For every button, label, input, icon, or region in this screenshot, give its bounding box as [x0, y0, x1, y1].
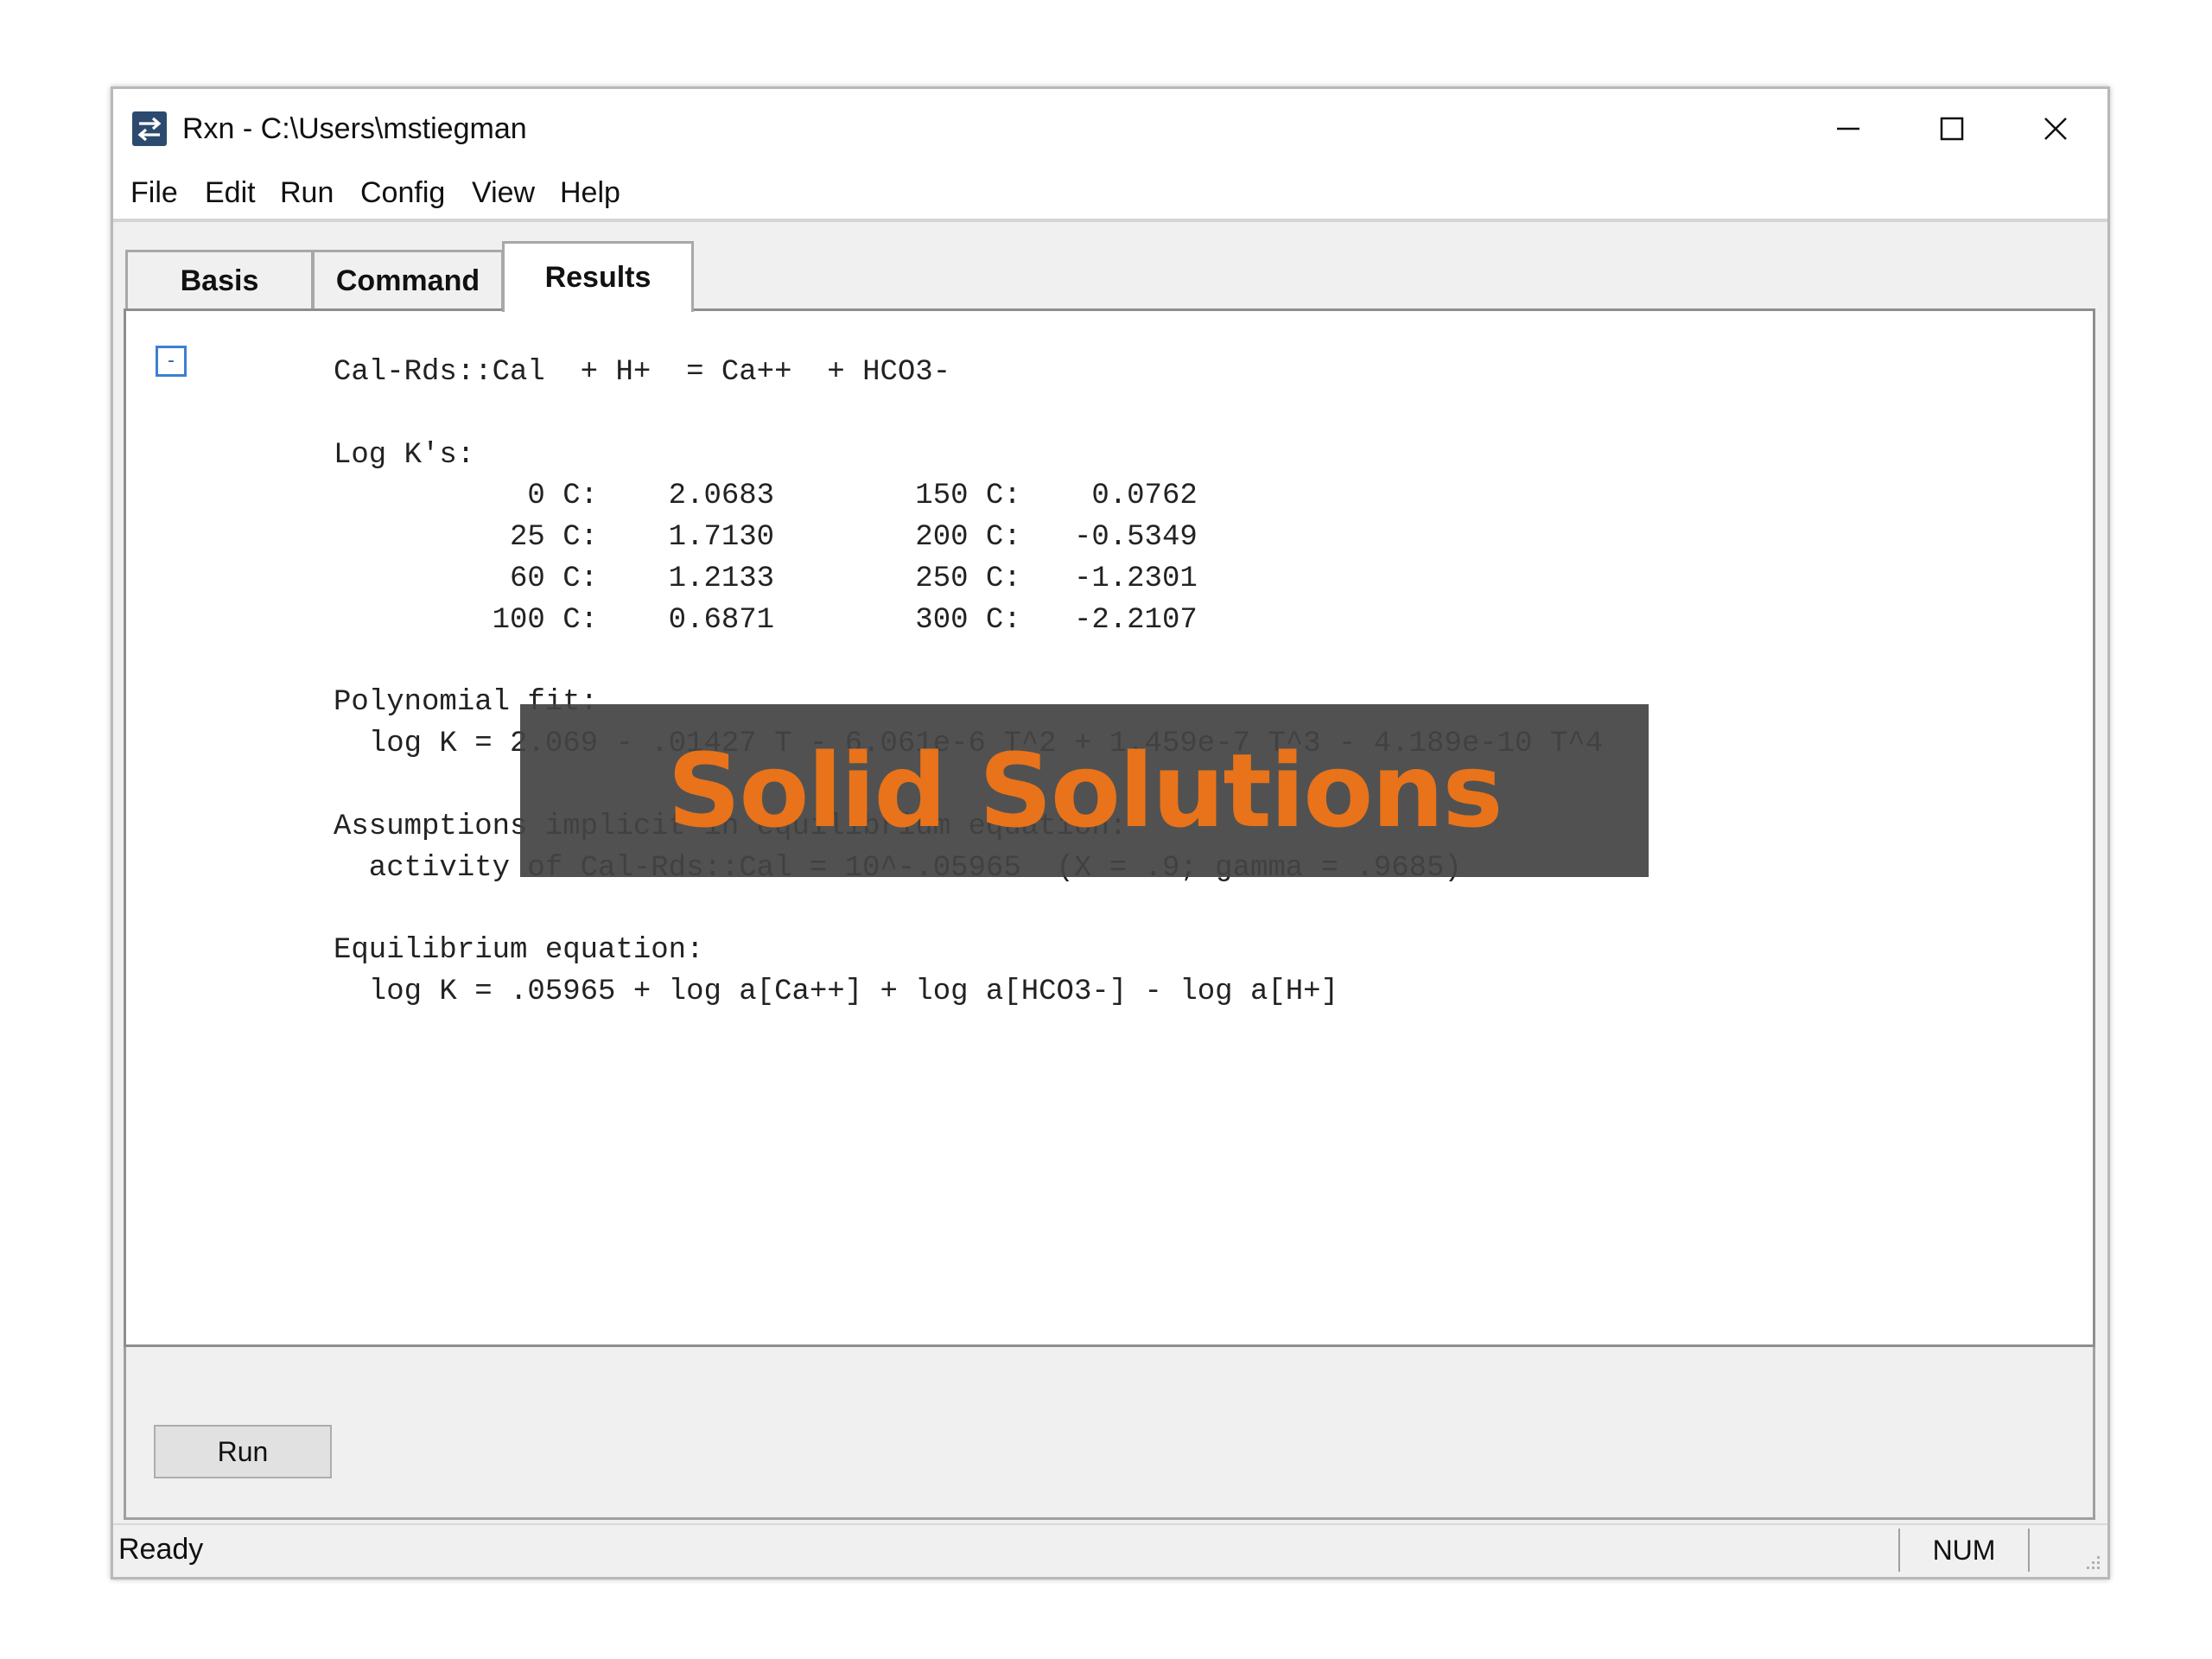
menu-bar: File Edit Run Config View Help	[113, 168, 2107, 222]
minimize-button[interactable]	[1796, 89, 1900, 168]
num-lock-indicator: NUM	[1898, 1529, 2030, 1572]
bottom-panel: Run	[124, 1347, 2095, 1520]
menu-edit[interactable]: Edit	[205, 175, 256, 210]
menu-help[interactable]: Help	[560, 175, 620, 210]
menu-file[interactable]: File	[130, 175, 178, 210]
window-title: Rxn - C:\Users\mstiegman	[182, 112, 527, 145]
results-text: Cal-Rds::Cal + H+ = Ca++ + HCO3- Log K's…	[334, 356, 1603, 1008]
maximize-button[interactable]	[1900, 89, 2004, 168]
maximize-icon	[1940, 117, 1964, 141]
tab-results[interactable]: Results	[502, 241, 694, 312]
resize-grip-icon[interactable]	[2082, 1551, 2102, 1572]
overlay-banner: Solid Solutions	[520, 704, 1649, 877]
run-button[interactable]: Run	[154, 1425, 332, 1478]
menu-run[interactable]: Run	[280, 175, 334, 210]
collapse-toggle[interactable]: -	[156, 346, 187, 377]
tab-strip: Basis Command Results	[113, 222, 2107, 312]
menu-config[interactable]: Config	[360, 175, 445, 210]
title-bar[interactable]: Rxn - C:\Users\mstiegman	[113, 89, 2107, 168]
minimize-icon	[1837, 127, 1859, 130]
tab-command[interactable]: Command	[312, 250, 504, 310]
close-icon	[2044, 118, 2067, 140]
close-button[interactable]	[2004, 89, 2107, 168]
tab-basis[interactable]: Basis	[125, 250, 314, 310]
status-text: Ready	[118, 1533, 204, 1566]
status-bar: Ready NUM	[113, 1523, 2107, 1577]
menu-view[interactable]: View	[472, 175, 535, 210]
swap-arrows-icon	[132, 111, 167, 146]
